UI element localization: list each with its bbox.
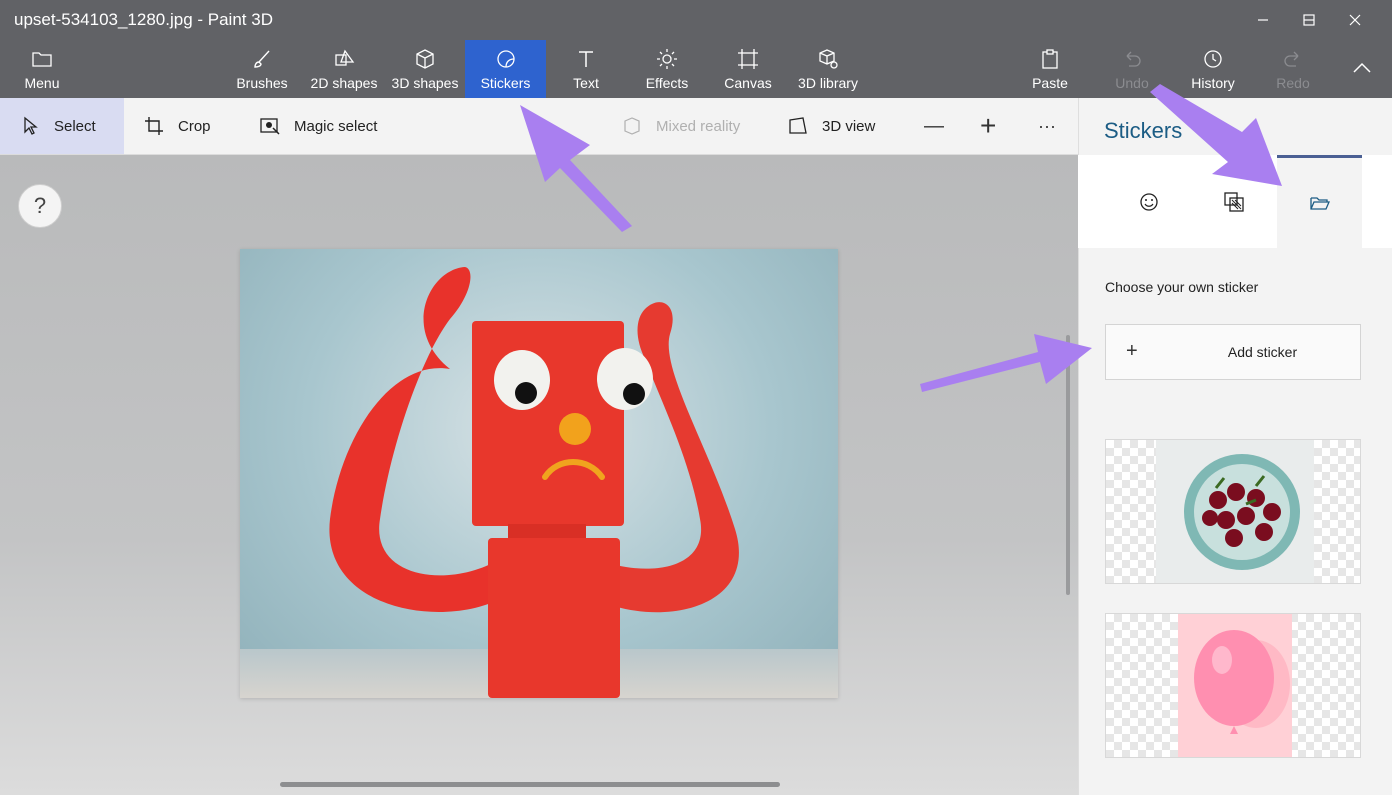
arrow-to-stickers (520, 105, 632, 232)
arrow-to-folder-tab (1150, 84, 1282, 186)
arrow-to-add-sticker (920, 334, 1092, 392)
annotation-arrows (520, 84, 1282, 392)
